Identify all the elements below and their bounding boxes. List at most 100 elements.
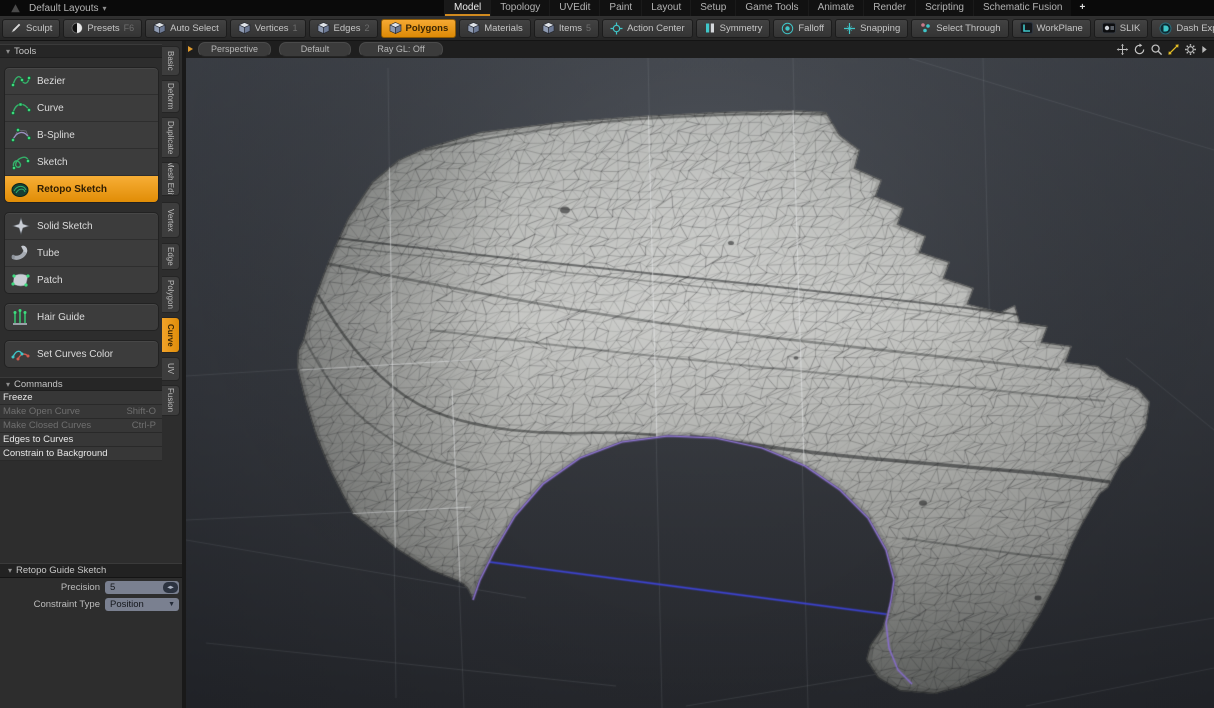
category-tab-uv[interactable]: UV: [162, 357, 180, 381]
snapping-button[interactable]: Snapping: [835, 19, 908, 38]
tool-item-label: Bezier: [37, 76, 65, 87]
tool-list: Bezier CurveB-SplineSketchRetopo Sketch So…: [0, 67, 162, 368]
layout-tab-schematic-fusion[interactable]: Schematic Fusion: [973, 0, 1071, 16]
tool-item-label: Patch: [37, 275, 63, 286]
select-through-icon: [919, 22, 932, 34]
layout-tab-paint[interactable]: Paint: [599, 0, 641, 16]
category-tab-basic[interactable]: Basic: [162, 46, 180, 76]
toolbar-button-label: Polygons: [406, 23, 449, 34]
command-label: Freeze: [3, 392, 33, 403]
shading-style-dropdown[interactable]: Default: [279, 42, 351, 57]
layout-tab-setup[interactable]: Setup: [690, 0, 735, 16]
vertices-button[interactable]: Vertices1: [230, 19, 306, 38]
tool-item-curve[interactable]: Curve: [5, 94, 158, 121]
category-tab-mesh-edit[interactable]: Mesh Edit: [162, 162, 180, 196]
3d-viewport: Perspective Default Ray GL: Off: [186, 41, 1214, 708]
hair-guide-icon: [5, 307, 37, 327]
orbit-icon[interactable]: [1133, 43, 1146, 56]
tools-panel-header[interactable]: ▾Tools: [0, 44, 162, 58]
property-label: Precision: [0, 582, 105, 593]
layout-tab-scripting[interactable]: Scripting: [915, 0, 973, 16]
snapping-icon: [843, 22, 856, 35]
properties-panel-header[interactable]: ▾Retopo Guide Sketch: [0, 563, 182, 578]
category-tab-vertex[interactable]: Vertex: [162, 202, 180, 238]
property-value: Position: [110, 599, 144, 610]
layout-switcher-label: Default Layouts: [29, 3, 99, 14]
tool-item-solid-sketch[interactable]: Solid Sketch: [5, 213, 158, 239]
toolbar-button-label: Items: [559, 23, 582, 34]
items-button[interactable]: Items5: [534, 19, 599, 38]
category-tab-duplicate[interactable]: Duplicate: [162, 117, 180, 158]
tool-item-retopo-sketch[interactable]: Retopo Sketch: [5, 175, 158, 202]
bezier-curve-icon: [5, 71, 37, 91]
viewport-3d-canvas[interactable]: [186, 58, 1214, 708]
frame-selected-icon[interactable]: [1167, 43, 1180, 56]
app-icon[interactable]: [10, 3, 21, 14]
property-label: Constraint Type: [0, 599, 105, 610]
viewport-menu-arrow-icon[interactable]: [188, 46, 193, 52]
tool-item-patch[interactable]: Patch: [5, 266, 158, 293]
command-make-closed-curves: Make Closed CurvesCtrl-P: [0, 419, 162, 433]
select-through-button[interactable]: Select Through: [911, 19, 1008, 38]
precision-field[interactable]: 5◂▸: [105, 581, 179, 594]
category-tab-curve[interactable]: Curve: [162, 317, 180, 353]
constraint-type-dropdown[interactable]: Position▼: [105, 598, 179, 611]
layout-tab-model[interactable]: Model: [444, 0, 490, 16]
toolbar-button-label: Dash Export: [1176, 23, 1214, 34]
zoom-icon[interactable]: [1150, 43, 1163, 56]
category-tab-fusion[interactable]: Fusion: [162, 385, 180, 416]
layout-tab-layout[interactable]: Layout: [641, 0, 690, 16]
command-shortcut: Shift-O: [126, 406, 156, 417]
tool-group: Set Curves Color: [4, 340, 159, 368]
tool-item-hair-guide[interactable]: Hair Guide: [5, 304, 158, 330]
settings-gear-icon[interactable]: [1184, 43, 1197, 56]
layout-tab-animate[interactable]: Animate: [808, 0, 864, 16]
mode-toolbar: Sculpt Presets F6 Auto SelectVertices1Edges…: [0, 16, 1214, 41]
pan-icon[interactable]: [1116, 43, 1129, 56]
symmetry-icon: [704, 22, 716, 34]
command-constrain-to-background[interactable]: Constrain to Background: [0, 447, 162, 461]
symmetry-button[interactable]: Symmetry: [696, 19, 771, 38]
command-edges-to-curves[interactable]: Edges to Curves: [0, 433, 162, 447]
sketch-icon: [5, 152, 37, 172]
toolbar-button-label: Presets: [87, 23, 119, 34]
sculpt-button[interactable]: Sculpt: [2, 19, 60, 38]
tool-item-sketch[interactable]: Sketch: [5, 148, 158, 175]
edges-button[interactable]: Edges2: [309, 19, 378, 38]
ray-gl-dropdown[interactable]: Ray GL: Off: [359, 42, 443, 57]
layout-switcher[interactable]: Default Layouts ▾: [29, 3, 107, 14]
layout-tab-render[interactable]: Render: [863, 0, 915, 16]
presets-button[interactable]: Presets F6: [63, 19, 142, 38]
tool-item-set-curves-color[interactable]: Set Curves Color: [5, 341, 158, 367]
dash-export-button[interactable]: Dash Export: [1151, 19, 1214, 38]
shortcut-hint: F6: [124, 23, 135, 33]
layout-tab-game-tools[interactable]: Game Tools: [735, 0, 807, 16]
tool-item-bezier[interactable]: Bezier: [5, 68, 158, 94]
action-center-button[interactable]: Action Center: [602, 19, 693, 38]
expand-icon[interactable]: [1201, 45, 1208, 54]
modo-window: Default Layouts ▾ ModelTopologyUVEditPai…: [0, 0, 1214, 708]
category-tab-polygon[interactable]: Polygon: [162, 276, 180, 313]
tool-item-label: Tube: [37, 248, 59, 259]
tool-item-b-spline[interactable]: B-Spline: [5, 121, 158, 148]
command-freeze[interactable]: Freeze: [0, 391, 162, 405]
category-tab-deform[interactable]: Deform: [162, 80, 180, 113]
falloff-button[interactable]: Falloff: [773, 19, 832, 38]
commands-panel-header[interactable]: ▾Commands: [0, 377, 162, 391]
slik-button[interactable]: SLIK: [1094, 19, 1149, 38]
polygons-button[interactable]: Polygons: [381, 19, 457, 38]
category-tab-edge[interactable]: Edge: [162, 243, 180, 270]
tool-item-label: Hair Guide: [37, 312, 85, 323]
materials-button[interactable]: Materials: [459, 19, 531, 38]
toolbar-button-label: Snapping: [860, 23, 900, 34]
stepper-arrows-icon[interactable]: ◂▸: [163, 582, 178, 593]
workplane-button[interactable]: WorkPlane: [1012, 19, 1091, 38]
layout-tab-uvedit[interactable]: UVEdit: [549, 0, 599, 16]
add-layout-tab-button[interactable]: +: [1071, 0, 1093, 16]
projection-dropdown[interactable]: Perspective: [198, 42, 271, 57]
layout-tab-topology[interactable]: Topology: [490, 0, 549, 16]
cube-icon: [153, 22, 166, 34]
auto-select-button[interactable]: Auto Select: [145, 19, 227, 38]
dash-export-icon: [1159, 22, 1172, 35]
tool-item-tube[interactable]: Tube: [5, 239, 158, 266]
